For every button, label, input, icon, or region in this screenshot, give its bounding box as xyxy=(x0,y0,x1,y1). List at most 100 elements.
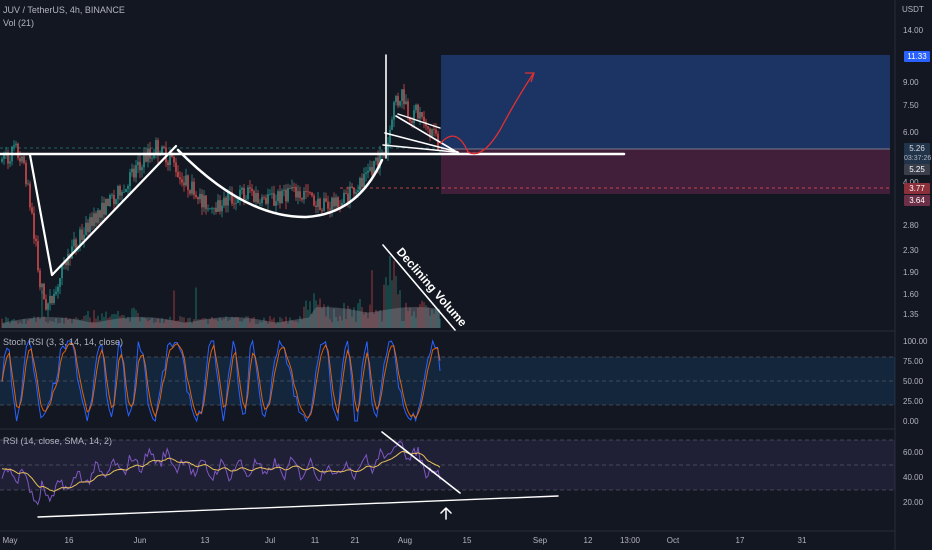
candle-body xyxy=(177,171,179,178)
candle-countdown: 03:37:26 xyxy=(904,153,932,164)
rsi-support-line xyxy=(37,495,559,518)
candle-body xyxy=(143,154,145,168)
candle-body xyxy=(215,207,217,212)
rsi-tick-label: 40.00 xyxy=(903,473,924,482)
candle-body xyxy=(111,194,113,196)
candle-body xyxy=(371,167,373,175)
candle-body xyxy=(299,191,301,198)
candle-body xyxy=(273,193,275,206)
time-tick-label: 31 xyxy=(798,536,807,545)
candle-body xyxy=(249,187,251,189)
candle-body xyxy=(57,286,59,292)
candle-body xyxy=(175,162,177,172)
candle-body xyxy=(53,294,55,304)
stoch-tick-label: 0.00 xyxy=(903,417,919,426)
candle-body xyxy=(211,208,213,210)
candle-body xyxy=(309,191,311,193)
candle-body xyxy=(1,158,3,162)
candle-body xyxy=(35,238,37,242)
candle-body xyxy=(179,177,181,180)
candle-body xyxy=(329,208,331,210)
time-tick-label: Jun xyxy=(134,536,147,545)
time-tick-label: 21 xyxy=(351,536,360,545)
symbol-title[interactable]: JUV / TetherUS, 4h, BINANCE xyxy=(3,5,125,15)
candle-body xyxy=(89,217,91,232)
candle-body xyxy=(435,129,437,134)
candle-body xyxy=(355,192,357,194)
stoch-rsi-label[interactable]: Stoch RSI (3, 3, 14, 14, close) xyxy=(3,337,123,347)
candle-body xyxy=(107,198,109,207)
rsi-tick-label: 20.00 xyxy=(903,498,924,507)
candle-body xyxy=(257,193,259,204)
candle-body xyxy=(15,143,17,146)
price-tick-label: 1.90 xyxy=(903,268,919,277)
candle-body xyxy=(345,192,347,194)
candle-body xyxy=(131,168,133,173)
candle-body xyxy=(137,161,139,166)
candle-body xyxy=(327,201,329,209)
time-tick-label: 17 xyxy=(736,536,745,545)
candle-body xyxy=(301,197,303,200)
candle-body xyxy=(25,163,27,185)
price-tick-label: 6.00 xyxy=(903,128,919,137)
candle-body xyxy=(185,175,187,186)
time-tick-label: 13 xyxy=(201,536,210,545)
candle-body xyxy=(265,197,267,204)
candle-body xyxy=(277,191,279,202)
candle-body xyxy=(101,202,103,218)
candle-body xyxy=(59,278,61,287)
candle-body xyxy=(357,190,359,193)
candle-body xyxy=(245,198,247,200)
rsi-label[interactable]: RSI (14, close, SMA, 14, 2) xyxy=(3,436,112,446)
stoch-tick-label: 100.00 xyxy=(903,337,928,346)
candle-body xyxy=(19,158,21,162)
candle-body xyxy=(361,178,363,187)
trading-chart: 14.009.007.506.004.002.802.301.901.601.3… xyxy=(0,0,928,550)
candle-body xyxy=(113,194,115,205)
candle-body xyxy=(433,129,435,131)
candle-body xyxy=(287,188,289,202)
candle-body xyxy=(359,178,361,191)
candle-body xyxy=(125,188,127,192)
time-tick-label: Sep xyxy=(533,536,548,545)
candle-body xyxy=(243,187,245,200)
candle-body xyxy=(195,194,197,198)
candle-body xyxy=(23,156,25,164)
candle-body xyxy=(407,101,409,118)
candle-body xyxy=(255,193,257,202)
candle-body xyxy=(325,198,327,202)
candle-body xyxy=(103,202,105,215)
candle-body xyxy=(79,229,81,247)
v-pattern-line xyxy=(28,144,178,277)
candle-body xyxy=(367,170,369,173)
candle-body xyxy=(291,187,293,189)
candle-body xyxy=(105,198,107,215)
candle-body xyxy=(323,198,325,212)
candle-body xyxy=(167,162,169,166)
volume-ma-area xyxy=(2,307,440,328)
candle-body xyxy=(9,161,11,164)
candle-body xyxy=(199,193,201,200)
candle-body xyxy=(161,146,163,154)
candle-body xyxy=(261,197,263,203)
candle-body xyxy=(127,186,129,189)
candle-body xyxy=(305,190,307,192)
candle-body xyxy=(47,303,49,310)
candle-body xyxy=(33,212,35,239)
candle-body xyxy=(163,146,165,148)
candle-body xyxy=(135,165,137,178)
time-tick-label: May xyxy=(2,536,17,545)
candle-body xyxy=(235,202,237,204)
time-tick-label: 13:00 xyxy=(620,536,641,545)
volume-indicator-label[interactable]: Vol (21) xyxy=(3,18,34,28)
candle-body xyxy=(389,129,391,144)
candle-body xyxy=(417,104,419,119)
candle-body xyxy=(397,96,399,106)
candle-body xyxy=(283,189,285,191)
candle-body xyxy=(233,203,235,205)
candle-body xyxy=(139,161,141,171)
candle-body xyxy=(307,191,309,193)
candle-body xyxy=(335,197,337,207)
candle-body xyxy=(93,213,95,226)
candle-body xyxy=(401,89,403,101)
